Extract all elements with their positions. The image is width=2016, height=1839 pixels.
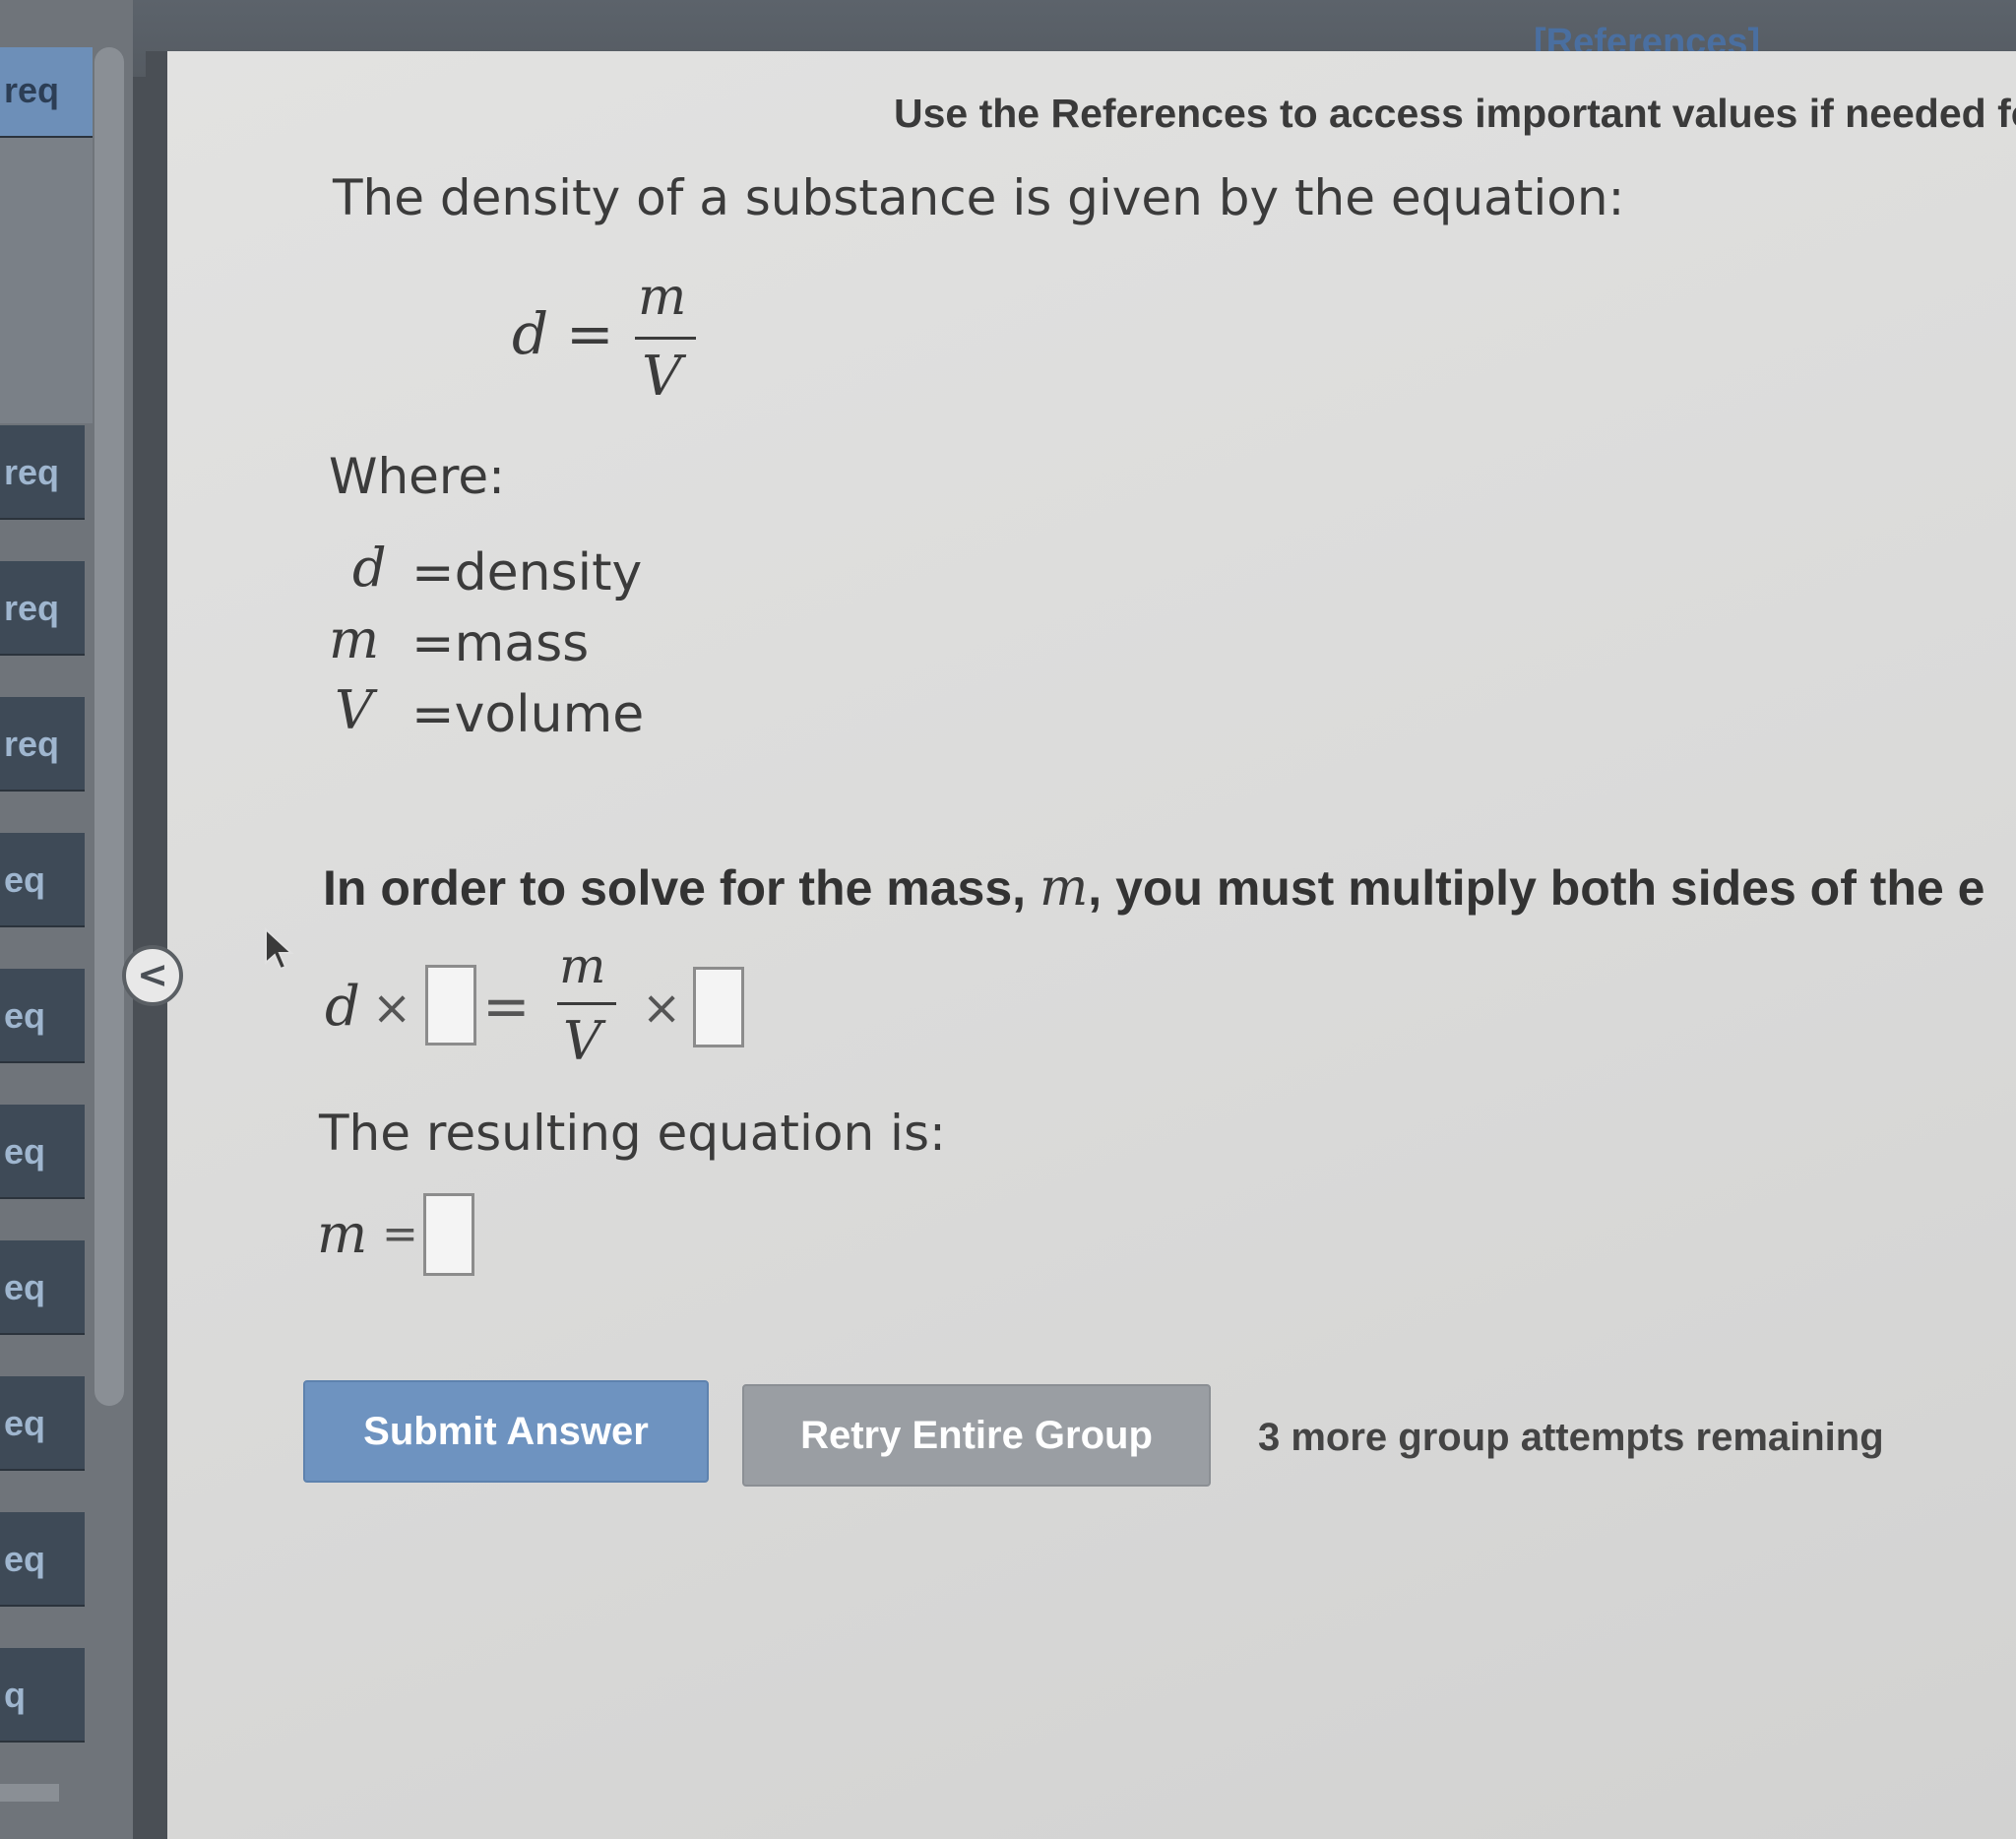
sidebar-item-4[interactable]: req	[0, 697, 85, 792]
definition-volume: =volume	[411, 685, 645, 744]
sidebar-blank-area	[0, 138, 93, 423]
step-times-2: ×	[642, 981, 682, 1036]
equation-lhs: d	[512, 300, 549, 367]
instruction-prefix: In order to solve for the mass,	[323, 860, 1040, 916]
definition-mass: =mass	[411, 614, 590, 673]
sidebar: req req req req eq eq eq eq eq eq q	[0, 0, 133, 1839]
question-panel	[167, 51, 2016, 1839]
result-answer-box[interactable]	[423, 1193, 474, 1276]
equation-equals: =	[566, 300, 614, 367]
equation-numerator: m	[638, 268, 687, 327]
definition-symbol-m: m	[329, 608, 380, 670]
equation-denominator: V	[642, 345, 682, 409]
sidebar-item-5[interactable]: eq	[0, 833, 85, 927]
chevron-left-icon: <	[137, 953, 168, 996]
instruction-symbol: m	[1039, 858, 1089, 918]
step-answer-box-right[interactable]	[693, 967, 744, 1047]
step-lhs: d	[325, 975, 360, 1039]
definition-density: =density	[411, 543, 643, 602]
sidebar-item-10[interactable]: eq	[0, 1512, 85, 1607]
sidebar-bottom-bar	[0, 1784, 59, 1802]
step-numerator: m	[559, 937, 606, 994]
where-label: Where:	[329, 448, 505, 505]
attempts-remaining-text: 3 more group attempts remaining	[1258, 1416, 1884, 1459]
collapse-sidebar-button[interactable]: <	[122, 945, 183, 1006]
sidebar-item-7[interactable]: eq	[0, 1105, 85, 1199]
step-equals: =	[482, 973, 531, 1040]
reference-note: Use the References to access important v…	[894, 91, 2016, 136]
retry-entire-group-button[interactable]: Retry Entire Group	[742, 1384, 1211, 1487]
fraction-bar	[635, 337, 696, 340]
sidebar-item-6[interactable]: eq	[0, 969, 85, 1063]
sidebar-item-1[interactable]: req	[0, 47, 93, 138]
step-answer-box-left[interactable]	[425, 965, 476, 1046]
definition-symbol-v: V	[335, 679, 373, 741]
definition-symbol-d: d	[352, 537, 387, 599]
step-fraction-bar	[557, 1002, 616, 1005]
sidebar-scrollbar[interactable]	[94, 47, 124, 1406]
mouse-pointer-icon	[265, 927, 294, 971]
sidebar-item-9[interactable]: eq	[0, 1376, 85, 1471]
intro-text: The density of a substance is given by t…	[333, 169, 1625, 226]
sidebar-item-2[interactable]: req	[0, 425, 85, 520]
result-equals: =	[382, 1209, 418, 1259]
step-denominator: V	[563, 1010, 601, 1072]
instruction-suffix: , you must multiply both sides of the e	[1088, 860, 1985, 916]
sidebar-item-11[interactable]: q	[0, 1648, 85, 1743]
step-times-1: ×	[372, 981, 412, 1036]
sidebar-item-3[interactable]: req	[0, 561, 85, 656]
sidebar-item-8[interactable]: eq	[0, 1240, 85, 1335]
instruction-text: In order to solve for the mass, m, you m…	[323, 858, 2016, 918]
result-lhs: m	[317, 1203, 368, 1265]
submit-answer-button[interactable]: Submit Answer	[303, 1380, 709, 1483]
resulting-label: The resulting equation is:	[319, 1105, 946, 1162]
